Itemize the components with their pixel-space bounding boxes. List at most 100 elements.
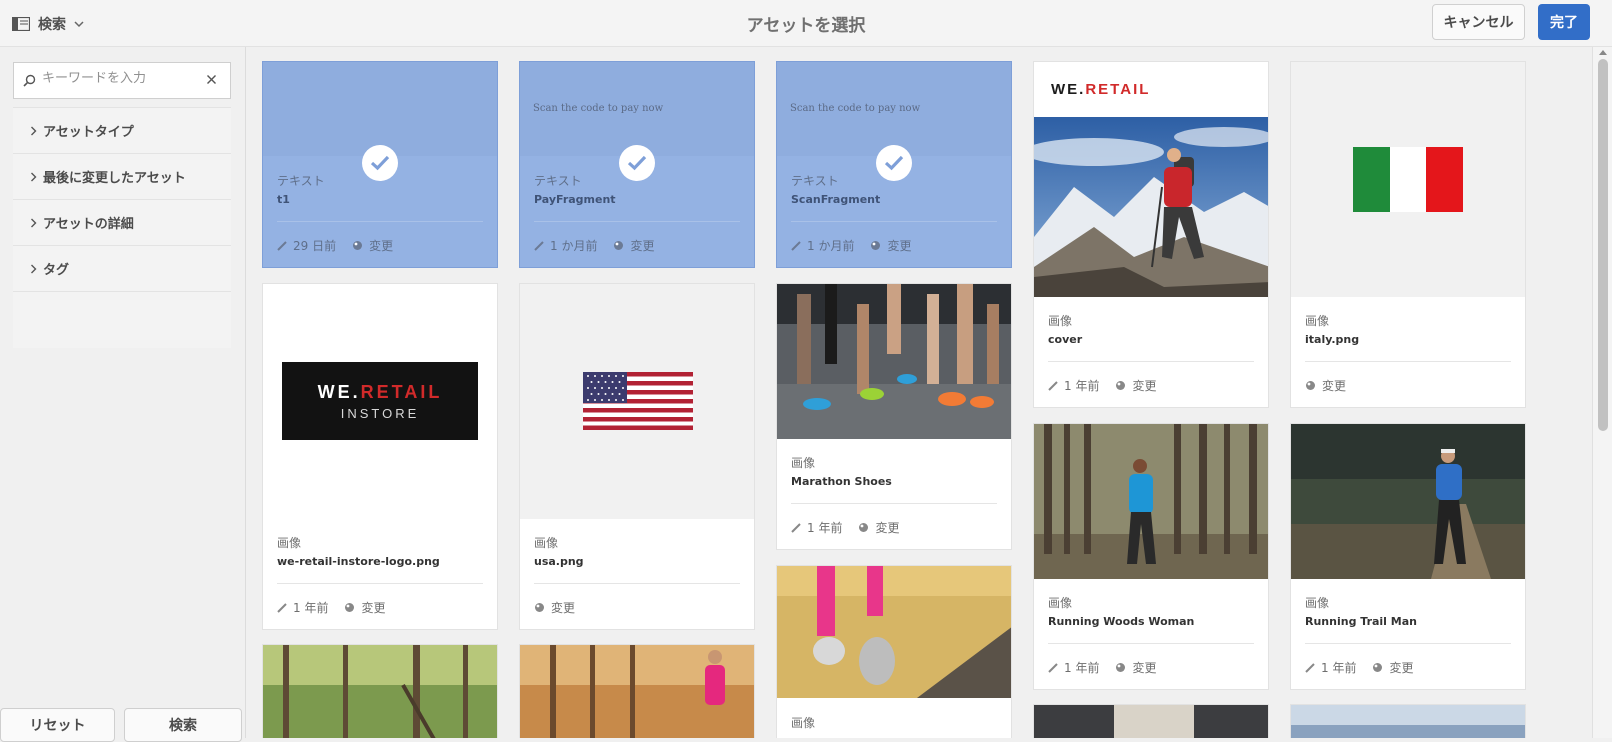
card-type: 画像: [277, 536, 302, 550]
card-modified: 1 か月前: [807, 239, 855, 253]
pencil-icon: [1305, 662, 1315, 673]
pencil-icon: [791, 240, 801, 251]
selected-check-icon[interactable]: [619, 145, 655, 181]
asset-card-cover[interactable]: WE.RETAIL 画像 cover 1 年前 変更: [1033, 61, 1269, 408]
asset-card-italy[interactable]: 画像 italy.png 変更: [1290, 61, 1526, 408]
search-icon: [23, 74, 36, 87]
card-title: italy.png: [1305, 333, 1360, 346]
asset-card-marathon-shoes[interactable]: 画像 Marathon Shoes 1 年前 変更: [776, 283, 1012, 550]
card-status: 変更: [1132, 379, 1157, 393]
asset-card-running-trail-man[interactable]: 画像 Running Trail Man 1 年前 変更: [1290, 423, 1526, 690]
card-meta: 1 年前 変更: [277, 599, 385, 616]
facet-last-modified[interactable]: 最後に変更したアセット: [13, 154, 231, 200]
facet-label: タグ: [43, 263, 70, 278]
asset-grid: テキスト t1 29 日前 変更 Scan the code to pay no…: [246, 47, 1590, 738]
asset-card-payfragment[interactable]: Scan the code to pay now テキスト PayFragmen…: [519, 61, 755, 268]
done-button[interactable]: 完了: [1538, 4, 1590, 40]
logo-line-1: WE.RETAIL: [317, 382, 443, 402]
running-woods-woman-image: [1034, 424, 1268, 579]
card-title: cover: [1048, 333, 1083, 346]
card-title: Running Woods Woman: [1048, 615, 1195, 628]
card-title: usa.png: [534, 555, 584, 568]
asset-card-autumn-runner[interactable]: [519, 644, 755, 738]
pencil-icon: [277, 240, 287, 251]
card-divider: [791, 503, 997, 504]
card-divider: [534, 583, 740, 584]
card-thumbnail: [520, 284, 754, 519]
logo-line-2: INSTORE: [340, 406, 420, 421]
scroll-up-arrow-icon[interactable]: [1599, 50, 1607, 55]
trail-feet-image: [777, 566, 1011, 698]
card-modified: 29 日前: [293, 239, 337, 253]
pencil-icon: [1048, 380, 1058, 391]
card-meta: 1 年前 変更: [1048, 659, 1156, 676]
pencil-icon: [534, 240, 544, 251]
marathon-shoes-image: [777, 284, 1011, 439]
card-modified: 1 年前: [1064, 379, 1100, 393]
card-meta: 変更: [534, 599, 575, 616]
card-thumbnail: [1034, 424, 1268, 579]
clear-icon[interactable]: [206, 74, 217, 85]
card-status: 変更: [1322, 379, 1347, 393]
asset-card-usa[interactable]: 画像 usa.png 変更: [519, 283, 755, 630]
facet-asset-details[interactable]: アセットの詳細: [13, 200, 231, 246]
asset-card-running-woods-woman[interactable]: 画像 Running Woods Woman 1 年前 変更: [1033, 423, 1269, 690]
card-status: 変更: [875, 521, 900, 535]
running-trail-man-image: [1291, 424, 1525, 579]
asset-card-trail-feet[interactable]: 画像: [776, 565, 1012, 738]
asset-card-t1[interactable]: テキスト t1 29 日前 変更: [262, 61, 498, 268]
search-input[interactable]: [42, 71, 202, 86]
card-divider: [1048, 643, 1254, 644]
chevron-right-icon: [31, 172, 37, 181]
italy-flag-image: [1353, 147, 1463, 212]
card-thumbnail: [1291, 62, 1525, 297]
facet-tags[interactable]: タグ: [13, 246, 231, 292]
scrollbar-thumb[interactable]: [1598, 59, 1608, 431]
card-title: ScanFragment: [791, 193, 881, 206]
card-type: 画像: [1305, 596, 1330, 610]
card-status: 変更: [630, 239, 655, 253]
top-bar: 検索 アセットを選択 キャンセル 完了: [0, 0, 1612, 47]
cancel-button[interactable]: キャンセル: [1432, 4, 1525, 40]
chevron-right-icon: [31, 126, 37, 135]
card-meta: 1 年前 変更: [1048, 377, 1156, 394]
globe-status-icon: [535, 603, 544, 612]
instore-logo-image: WE.RETAIL INSTORE: [282, 362, 478, 440]
facet-asset-type[interactable]: アセットタイプ: [13, 108, 231, 154]
card-meta: 29 日前 変更: [277, 237, 393, 254]
selected-check-icon[interactable]: [362, 145, 398, 181]
asset-card-partial-1[interactable]: [1033, 704, 1269, 738]
facet-label: 最後に変更したアセット: [43, 171, 186, 186]
card-modified: 1 年前: [1064, 661, 1100, 675]
card-type: 画像: [1048, 596, 1073, 610]
card-status: 変更: [369, 239, 394, 253]
globe-status-icon: [1306, 381, 1315, 390]
globe-status-icon: [1116, 663, 1126, 672]
search-button[interactable]: 検索: [124, 708, 242, 742]
card-preview: Scan the code to pay now: [777, 62, 1011, 156]
autumn-runner-image: [520, 645, 754, 738]
card-meta: 1 か月前 変更: [534, 237, 654, 254]
asset-card-we-retail-instore-logo[interactable]: WE.RETAIL INSTORE 画像 we-retail-instore-l…: [262, 283, 498, 630]
facet-label: アセットの詳細: [43, 217, 134, 232]
globe-status-icon: [871, 241, 881, 250]
search-field[interactable]: [13, 62, 231, 99]
selected-check-icon[interactable]: [876, 145, 912, 181]
card-divider: [277, 583, 483, 584]
card-meta: 1 年前 変更: [791, 519, 899, 536]
facet-label: アセットタイプ: [43, 125, 134, 140]
card-type: 画像: [1048, 314, 1073, 328]
pencil-icon: [791, 522, 801, 533]
vertical-scrollbar[interactable]: [1592, 47, 1612, 738]
card-status: 変更: [361, 601, 386, 615]
reset-button[interactable]: リセット: [0, 708, 115, 742]
card-meta: 1 年前 変更: [1305, 659, 1413, 676]
card-title: Running Trail Man: [1305, 615, 1417, 628]
card-divider: [1048, 361, 1254, 362]
globe-status-icon: [345, 603, 355, 612]
asset-card-forest-runner[interactable]: [262, 644, 498, 738]
asset-card-scanfragment[interactable]: Scan the code to pay now テキスト ScanFragme…: [776, 61, 1012, 268]
asset-card-partial-2[interactable]: [1290, 704, 1526, 738]
usa-flag-image: [583, 372, 693, 430]
card-type: 画像: [534, 536, 559, 550]
